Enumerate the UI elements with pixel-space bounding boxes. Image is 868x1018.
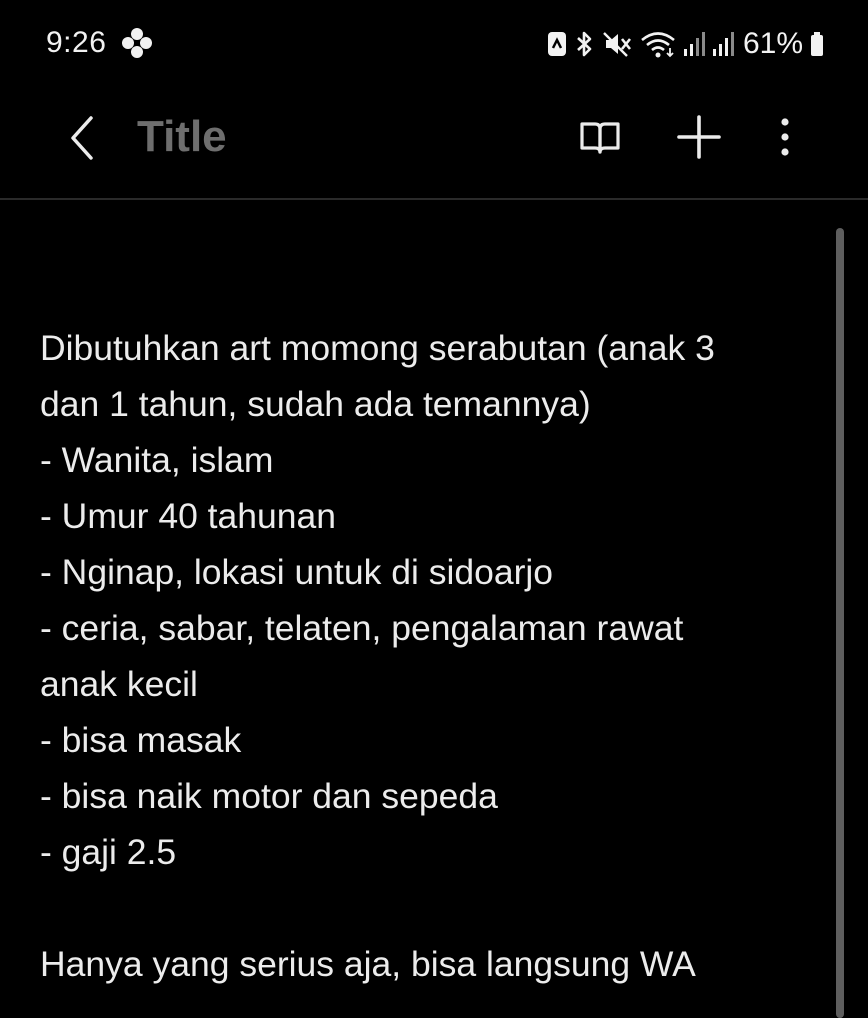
status-time: 9:26 [46,26,107,59]
more-options-button[interactable] [764,106,806,168]
wifi-icon [640,30,676,58]
note-blank-line [40,880,830,936]
battery-icon [810,31,824,57]
back-button[interactable] [52,108,112,168]
note-line: - Nginap, lokasi untuk di sidoarjo [40,552,554,592]
status-icons: 61% [547,24,824,64]
battery-percent: 61% [742,27,803,60]
bluetooth-icon [574,30,596,58]
nfc-icon [547,31,567,57]
note-body[interactable]: Dibutuhkan art momong serabutan (anak 3 … [40,320,830,992]
book-icon [580,122,620,154]
scrollbar[interactable] [836,228,844,1018]
signal-icon [683,31,705,57]
note-line: anak kecil [40,664,198,704]
note-line: - Umur 40 tahunan [40,496,336,536]
note-line: Hanya yang serius aja, bisa langsung WA [40,944,696,984]
fan-icon [120,26,154,60]
note-line: - Wanita, islam [40,440,274,480]
plus-icon [677,115,721,159]
back-icon [71,116,93,160]
status-bar: 9:26 61% [0,0,868,90]
signal-icon [712,31,734,57]
mute-icon [603,30,633,58]
note-line: - ceria, sabar, telaten, pengalaman rawa… [40,608,684,648]
add-button[interactable] [668,106,730,168]
reading-mode-button[interactable] [570,108,630,168]
app-bar: Title [0,90,868,200]
note-title[interactable]: Title [137,112,227,162]
note-line: - bisa naik motor dan sepeda [40,776,498,816]
note-line: - gaji 2.5 [40,832,177,872]
note-line: dan 1 tahun, sudah ada temannya) [40,384,591,424]
note-line: Dibutuhkan art momong serabutan (anak 3 [40,328,715,368]
more-vertical-icon [781,118,789,156]
note-line: - bisa masak [40,720,242,760]
